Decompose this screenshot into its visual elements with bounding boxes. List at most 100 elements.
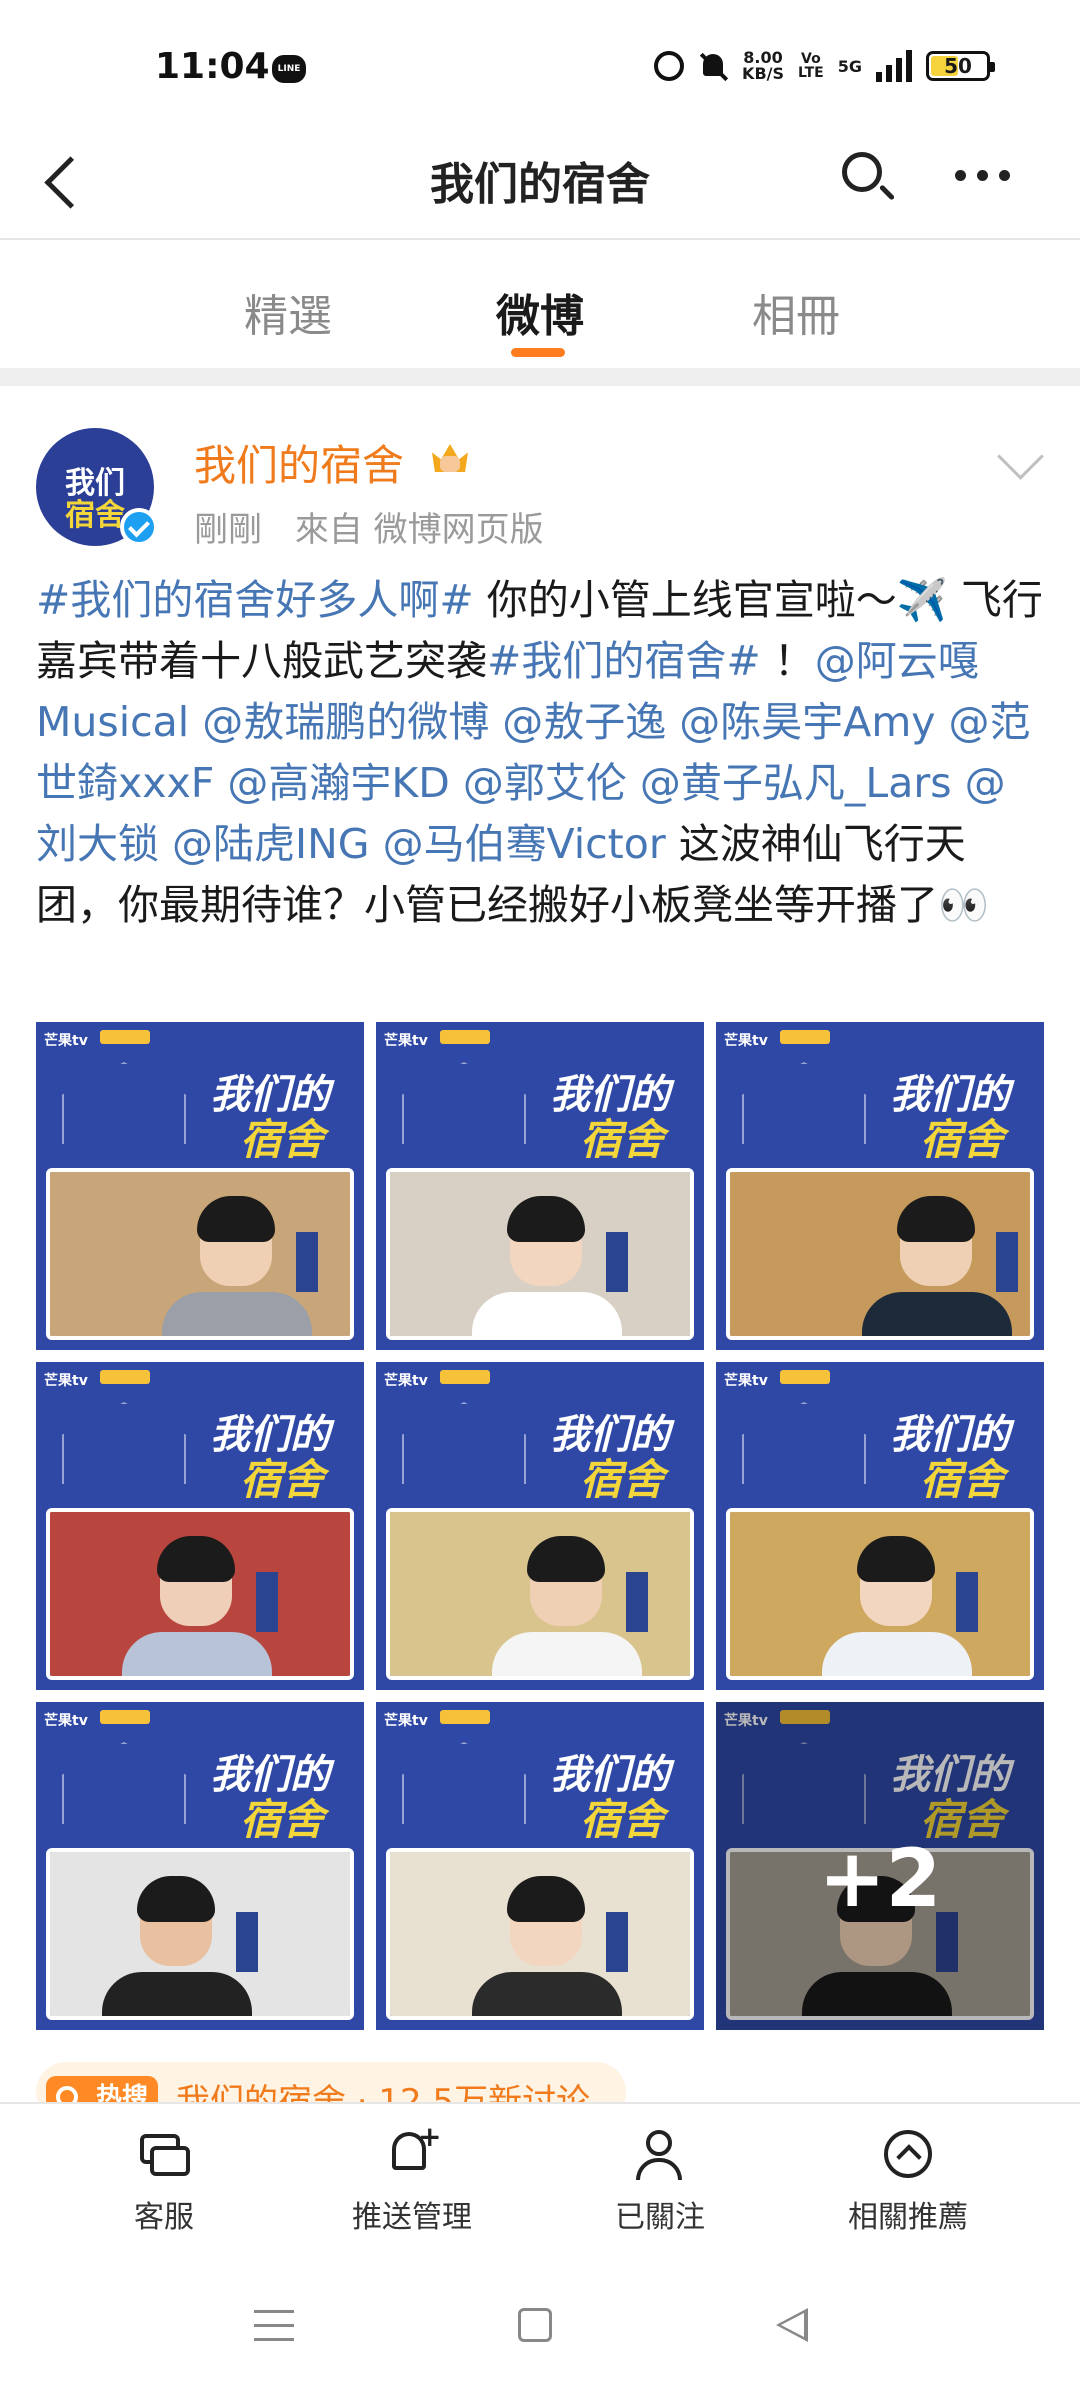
bell-plus-icon xyxy=(384,2120,441,2182)
section-divider xyxy=(0,368,1080,386)
tab-album[interactable]: 相冊 xyxy=(752,280,840,344)
post-image-thumbnail[interactable]: 芒果tv 我们的 宿舍 xyxy=(36,1362,364,1690)
status-time: 11:04 xyxy=(155,46,270,87)
guest-photo xyxy=(46,1508,354,1680)
search-icon xyxy=(842,152,882,192)
page-title: 我们的宿舍 xyxy=(430,159,650,210)
post-author[interactable]: 我们的宿舍 xyxy=(194,432,404,493)
post-meta: 剛剛 來自 微博网页版 xyxy=(194,502,566,551)
chevron-down-icon[interactable] xyxy=(997,433,1044,480)
network-type: 5G xyxy=(837,56,862,76)
circle-up-icon xyxy=(880,2126,936,2182)
show-logo-bottom: 宿舍 xyxy=(579,1795,664,1844)
brand-watermark: 芒果tv xyxy=(724,1373,768,1389)
mute-bell-icon xyxy=(698,51,728,81)
show-logo-bottom: 宿舍 xyxy=(579,1115,664,1164)
tab-featured[interactable]: 精選 xyxy=(244,280,332,344)
hashtag-link[interactable]: #我们的宿舍好多人啊# xyxy=(36,576,474,624)
push-settings-label: 推送管理 xyxy=(352,2200,472,2235)
brand-badge xyxy=(780,1030,830,1044)
search-icon-handle xyxy=(878,184,896,201)
house-outline-graphic xyxy=(402,1402,526,1484)
guest-photo xyxy=(386,1168,694,1340)
post-image-thumbnail[interactable]: 芒果tv 我们的 宿舍 xyxy=(36,1702,364,2030)
brand-badge xyxy=(100,1030,150,1044)
battery-icon: 50 xyxy=(926,51,995,81)
signal-icon xyxy=(876,50,912,82)
guest-photo xyxy=(386,1848,694,2020)
brand-watermark: 芒果tv xyxy=(44,1373,88,1389)
more-dot-icon xyxy=(999,170,1010,181)
guest-photo xyxy=(726,1168,1034,1340)
post-image-thumbnail[interactable]: 芒果tv 我们的 宿舍 xyxy=(376,1362,704,1690)
brand-badge xyxy=(100,1370,150,1384)
show-logo-bottom: 宿舍 xyxy=(579,1455,664,1504)
show-logo-bottom: 宿舍 xyxy=(239,1455,324,1504)
brand-watermark: 芒果tv xyxy=(384,1713,428,1729)
hashtag-link[interactable]: #我们的宿舍# xyxy=(487,637,761,685)
brand-watermark: 芒果tv xyxy=(384,1373,428,1389)
guest-photo xyxy=(46,1848,354,2020)
post-image-thumbnail[interactable]: 芒果tv 我们的 宿舍 +2 xyxy=(716,1702,1044,2030)
user-check-icon xyxy=(632,2126,688,2182)
volte-indicator: Vo LTE xyxy=(798,52,824,80)
brand-watermark: 芒果tv xyxy=(384,1033,428,1049)
house-outline-graphic xyxy=(62,1402,186,1484)
profile-tabs: 精選 微博 相冊 xyxy=(0,240,1080,368)
volte-lte: LTE xyxy=(798,65,824,81)
more-images-count: +2 xyxy=(818,1832,942,1925)
push-settings-button[interactable]: 推送管理 xyxy=(312,2120,512,2236)
guest-photo xyxy=(726,1508,1034,1680)
more-options-button[interactable] xyxy=(955,170,1010,181)
brand-badge xyxy=(440,1710,490,1724)
brand-badge xyxy=(100,1710,150,1724)
bottom-action-bar: 客服 推送管理 已關注 相關推薦 xyxy=(0,2102,1080,2254)
search-button[interactable] xyxy=(838,148,898,208)
post-time: 剛剛 xyxy=(194,510,262,550)
battery-level: 50 xyxy=(944,54,972,78)
related-recommend-button[interactable]: 相關推薦 xyxy=(808,2126,1008,2236)
following-label: 已關注 xyxy=(615,2200,705,2235)
brand-watermark: 芒果tv xyxy=(724,1033,768,1049)
active-tab-indicator xyxy=(511,348,565,357)
house-outline-graphic xyxy=(402,1062,526,1144)
back-triangle-icon[interactable] xyxy=(776,2308,808,2342)
brand-badge xyxy=(440,1030,490,1044)
image-grid: 芒果tv 我们的 宿舍 芒果tv 我们的 宿舍 芒果tv 我们的 宿舍 芒果tv 我们的 宿舍 芒果tv… xyxy=(36,1022,1046,2030)
brand-watermark: 芒果tv xyxy=(44,1033,88,1049)
verified-badge-icon xyxy=(120,508,158,546)
post-image-thumbnail[interactable]: 芒果tv 我们的 宿舍 xyxy=(376,1702,704,2030)
system-nav-bar xyxy=(0,2252,1080,2400)
show-logo-bottom: 宿舍 xyxy=(919,1455,1004,1504)
show-logo-bottom: 宿舍 xyxy=(919,1115,1004,1164)
line-app-icon: LINE xyxy=(272,55,306,83)
top-nav-bar: 我们的宿舍 xyxy=(0,120,1080,240)
more-dot-icon xyxy=(977,170,988,181)
post-text: #我们的宿舍好多人啊# 你的小管上线官宣啦～✈️ 飞行嘉宾带着十八般武艺突袭#我… xyxy=(36,570,1046,936)
show-logo-bottom: 宿舍 xyxy=(239,1115,324,1164)
menu-icon[interactable] xyxy=(254,2310,294,2342)
house-outline-graphic xyxy=(742,1062,866,1144)
brand-badge xyxy=(780,1370,830,1384)
crown-icon xyxy=(428,436,472,480)
network-speed-unit: KB/S xyxy=(742,64,785,83)
post-image-thumbnail[interactable]: 芒果tv 我们的 宿舍 xyxy=(376,1022,704,1350)
customer-service-button[interactable]: 客服 xyxy=(64,2126,264,2236)
post-image-thumbnail[interactable]: 芒果tv 我们的 宿舍 xyxy=(716,1022,1044,1350)
following-button[interactable]: 已關注 xyxy=(560,2126,760,2236)
post-source: 來自 微博网页版 xyxy=(294,510,544,550)
customer-service-label: 客服 xyxy=(134,2200,194,2235)
show-logo-bottom: 宿舍 xyxy=(239,1795,324,1844)
house-outline-graphic xyxy=(62,1742,186,1824)
chat-icon xyxy=(136,2126,192,2182)
network-speed: 8.00 KB/S xyxy=(742,50,784,82)
brand-watermark: 芒果tv xyxy=(44,1713,88,1729)
house-outline-graphic xyxy=(62,1062,186,1144)
house-outline-graphic xyxy=(402,1742,526,1824)
home-icon[interactable] xyxy=(518,2308,552,2342)
guest-photo xyxy=(46,1168,354,1340)
tab-weibo[interactable]: 微博 xyxy=(496,280,584,344)
post-image-thumbnail[interactable]: 芒果tv 我们的 宿舍 xyxy=(36,1022,364,1350)
alarm-icon xyxy=(654,51,685,81)
post-image-thumbnail[interactable]: 芒果tv 我们的 宿舍 xyxy=(716,1362,1044,1690)
